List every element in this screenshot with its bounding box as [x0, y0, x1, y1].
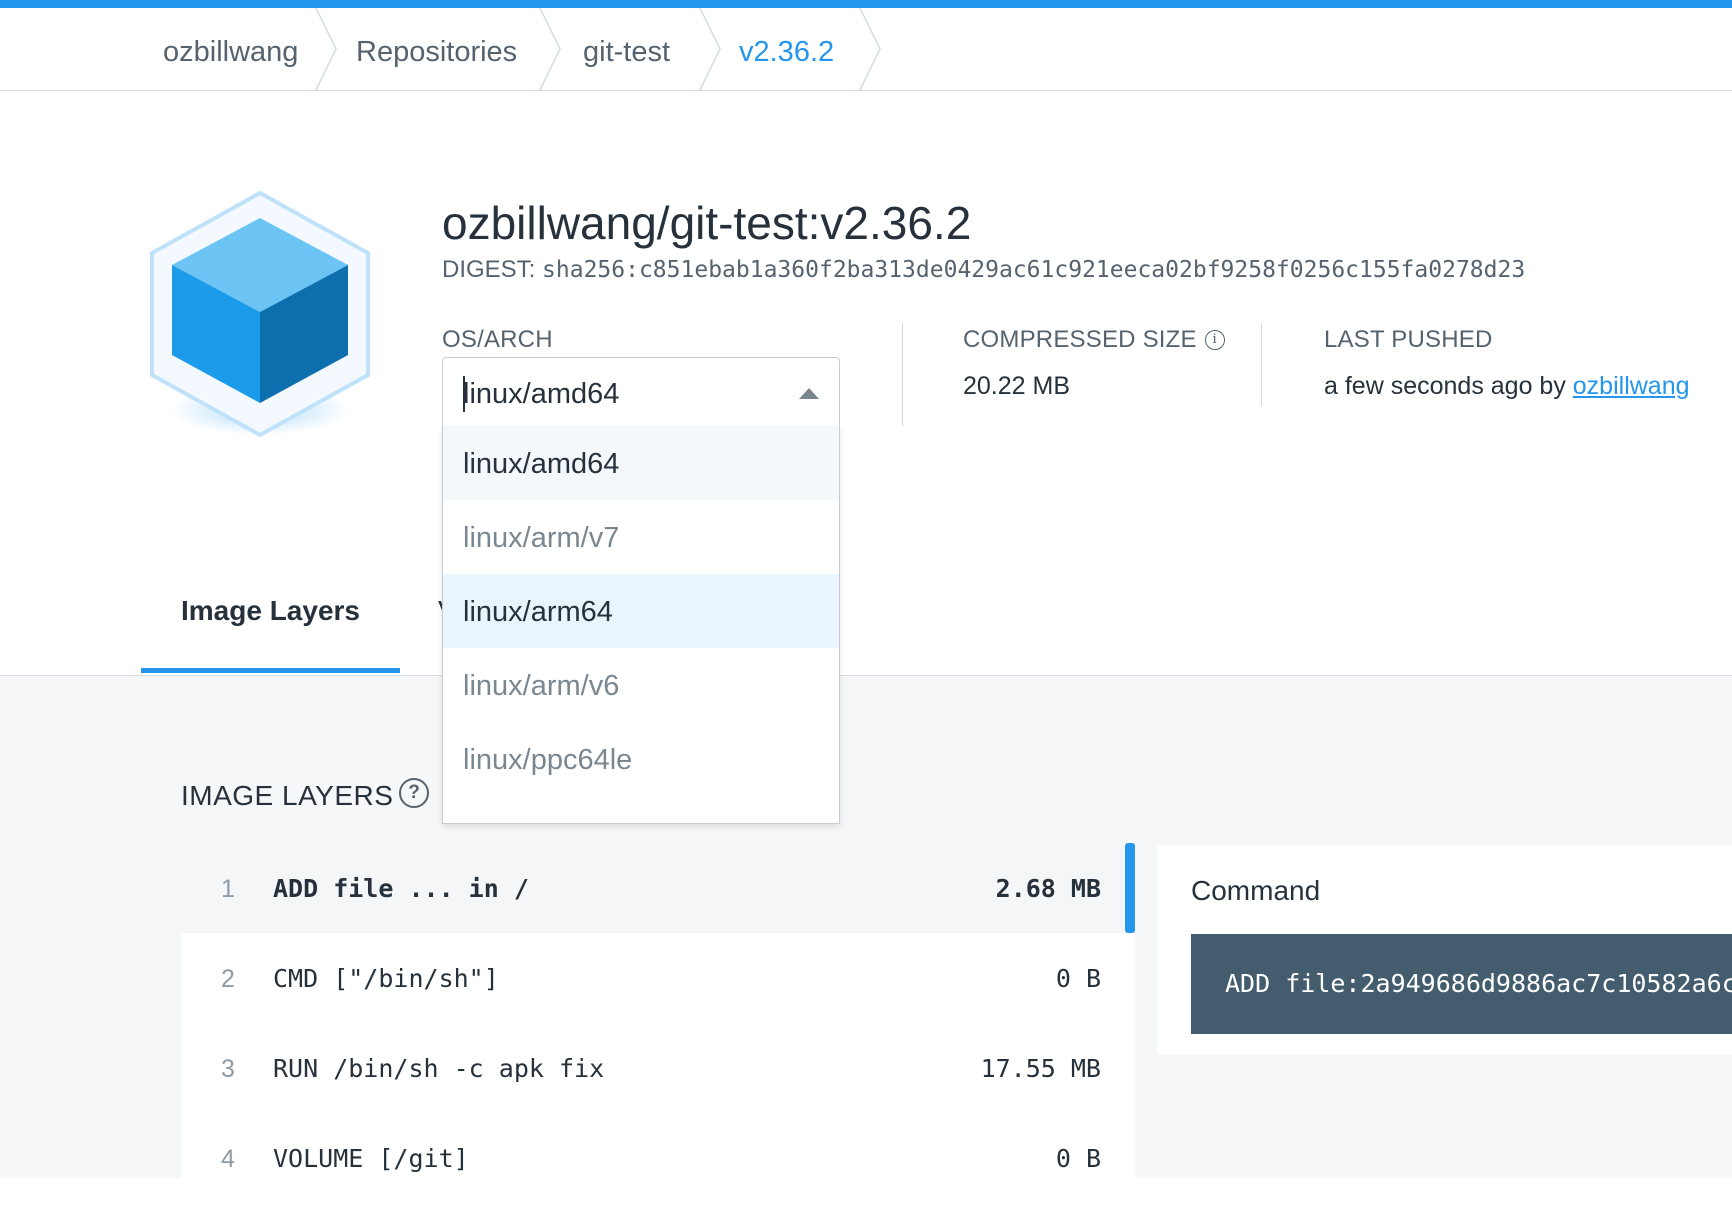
layer-number: 3: [221, 1055, 235, 1083]
compressed-size-value: 20.22 MB: [963, 372, 1071, 400]
compressed-size-label: COMPRESSED SIZE i: [963, 326, 1225, 354]
layer-command: VOLUME [/git]: [273, 1144, 469, 1173]
os-arch-dropdown: linux/amd64 linux/arm/v7 linux/arm64 lin…: [442, 426, 840, 824]
page-title: ozbillwang/git-test:v2.36.2: [442, 197, 972, 249]
compressed-size-label-text: COMPRESSED SIZE: [963, 326, 1197, 353]
breadcrumb-item-repositories[interactable]: Repositories: [356, 8, 517, 90]
layer-size: 0 B: [1055, 964, 1101, 993]
top-accent-bar: [0, 0, 1732, 8]
digest-label: DIGEST:: [442, 256, 536, 283]
chevron-right-icon: [314, 8, 338, 90]
command-text: ADD file:2a949686d9886ac7c10582a6c29: [1225, 969, 1732, 998]
command-box: ADD file:2a949686d9886ac7c10582a6c29: [1191, 934, 1732, 1034]
chevron-right-icon: [538, 8, 562, 90]
layer-row[interactable]: 3 RUN /bin/sh -c apk fix 17.55 MB: [181, 1023, 1135, 1113]
digest-value: sha256:c851ebab1a360f2ba313de0429ac61c92…: [542, 257, 1526, 283]
info-icon[interactable]: i: [1204, 330, 1225, 350]
layer-command: RUN /bin/sh -c apk fix: [273, 1054, 605, 1083]
os-arch-select[interactable]: linux/amd64: [442, 357, 840, 427]
image-layers-heading: IMAGE LAYERS: [181, 780, 394, 811]
layer-size: 2.68 MB: [995, 874, 1101, 903]
layer-row[interactable]: 4 VOLUME [/git] 0 B: [181, 1113, 1135, 1203]
digest-line: DIGEST: sha256:c851ebab1a360f2ba313de042…: [442, 256, 1525, 284]
command-panel: Command ADD file:2a949686d9886ac7c10582a…: [1157, 845, 1732, 1055]
breadcrumb-item-namespace[interactable]: ozbillwang: [163, 8, 298, 90]
divider: [1261, 323, 1262, 406]
layer-command: CMD ["/bin/sh"]: [273, 964, 499, 993]
os-arch-option[interactable]: linux/ppc64le: [443, 722, 839, 796]
layer-command: ADD file ... in /: [273, 874, 529, 903]
layer-number: 2: [221, 965, 235, 993]
last-pushed-text: a few seconds ago by: [1324, 372, 1566, 400]
selected-layer-indicator: [1125, 843, 1135, 933]
os-arch-option[interactable]: linux/arm64: [443, 574, 839, 648]
chevron-right-icon: [698, 8, 722, 90]
layer-row[interactable]: 2 CMD ["/bin/sh"] 0 B: [181, 933, 1135, 1023]
breadcrumb-item-tag: v2.36.2: [739, 36, 835, 68]
help-icon[interactable]: ?: [399, 778, 429, 808]
active-tab-indicator: [141, 668, 400, 673]
chevron-right-icon: [858, 8, 882, 90]
layer-row[interactable]: 1 ADD file ... in / 2.68 MB: [181, 843, 1135, 933]
layer-size: 17.55 MB: [980, 1054, 1101, 1083]
last-pushed-label: LAST PUSHED: [1324, 326, 1493, 353]
layer-number: 1: [221, 875, 235, 903]
breadcrumb: ozbillwang Repositories git-test v2.36.2: [0, 8, 1732, 91]
tab-image-layers[interactable]: Image Layers: [181, 595, 360, 627]
os-arch-selected-value: linux/amd64: [463, 378, 620, 410]
last-pushed-user-link[interactable]: ozbillwang: [1573, 372, 1690, 400]
os-arch-option[interactable]: linux/arm/v7: [443, 500, 839, 574]
os-arch-option[interactable]: linux/arm/v6: [443, 648, 839, 722]
layer-size: 0 B: [1055, 1144, 1101, 1173]
os-arch-label: OS/ARCH: [442, 326, 553, 353]
caret-up-icon[interactable]: [799, 388, 819, 399]
layer-number: 4: [221, 1145, 235, 1173]
last-pushed-value: a few seconds ago by ozbillwang: [1324, 372, 1690, 401]
layers-list: 1 ADD file ... in / 2.68 MB 2 CMD ["/bin…: [181, 843, 1135, 1178]
breadcrumb-item-repository[interactable]: git-test: [583, 8, 670, 90]
divider: [902, 323, 903, 426]
os-arch-option[interactable]: linux/amd64: [443, 426, 839, 500]
image-cube-icon: [138, 185, 378, 455]
command-title: Command: [1191, 875, 1321, 906]
